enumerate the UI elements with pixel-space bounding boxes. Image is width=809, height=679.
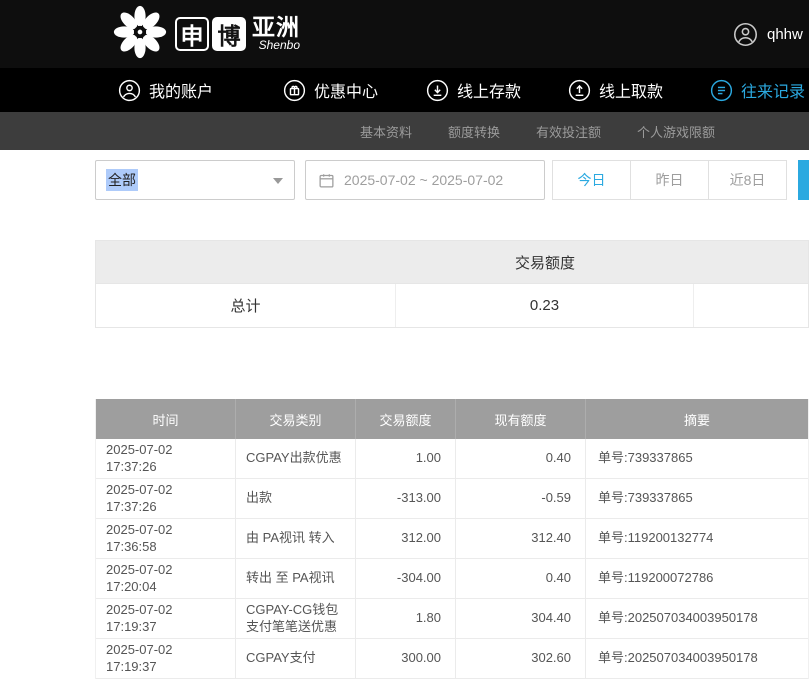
search-button[interactable] bbox=[798, 160, 809, 200]
brand-char-shen: 申 bbox=[175, 17, 209, 51]
cell-time: 2025-07-02 17:37:26 bbox=[96, 439, 236, 478]
last-8-days-button[interactable]: 近8日 bbox=[708, 160, 787, 200]
main-nav: 我的账户 优惠中心 线上存款 线上取款 往来记录 bbox=[0, 68, 809, 112]
cell-summary: 单号:202507034003950178 bbox=[586, 639, 808, 678]
brand-characters: 申 博 bbox=[175, 17, 246, 51]
nav-label: 线上取款 bbox=[599, 78, 663, 102]
column-header-summary: 摘要 bbox=[586, 399, 808, 439]
sub-nav: 基本资料 额度转换 有效投注额 个人游戏限额 bbox=[0, 112, 809, 150]
summary-total-label: 总计 bbox=[96, 284, 396, 327]
nav-item-withdraw[interactable]: 线上取款 bbox=[568, 68, 663, 112]
cell-amount: 1.00 bbox=[356, 439, 456, 478]
category-selected-value: 全部 bbox=[106, 169, 138, 191]
table-row: 2025-07-02 17:20:04 转出 至 PA视讯 -304.00 0.… bbox=[96, 559, 808, 599]
subnav-item-credit-transfer[interactable]: 额度转换 bbox=[448, 112, 500, 150]
brand-char-bo: 博 bbox=[212, 17, 246, 51]
records-icon bbox=[710, 79, 733, 102]
transaction-records-page: { "theme": { "accent": "#2ba9e0", "table… bbox=[0, 0, 809, 679]
cell-balance: 302.60 bbox=[456, 639, 586, 678]
nav-item-deposit[interactable]: 线上存款 bbox=[426, 68, 521, 112]
top-header: 申 博 亚洲 Shenbo qhhw bbox=[0, 0, 809, 68]
table-row: 2025-07-02 17:37:26 出款 -313.00 -0.59 单号:… bbox=[96, 479, 808, 519]
cell-summary: 单号:739337865 bbox=[586, 439, 808, 478]
cell-balance: -0.59 bbox=[456, 479, 586, 518]
promo-icon bbox=[283, 79, 306, 102]
nav-item-promotions[interactable]: 优惠中心 bbox=[283, 68, 378, 112]
nav-label: 线上存款 bbox=[457, 78, 521, 102]
cell-amount: -304.00 bbox=[356, 559, 456, 598]
flower-logo-icon bbox=[112, 4, 168, 65]
column-header-time: 时间 bbox=[96, 399, 236, 439]
cell-amount: 1.80 bbox=[356, 599, 456, 638]
cell-summary: 单号:202507034003950178 bbox=[586, 599, 808, 638]
column-header-amount: 交易额度 bbox=[356, 399, 456, 439]
cell-time: 2025-07-02 17:19:37 bbox=[96, 599, 236, 638]
table-row: 2025-07-02 17:36:58 由 PA视讯 转入 312.00 312… bbox=[96, 519, 808, 559]
account-icon bbox=[118, 79, 141, 102]
cell-type: CGPAY支付 bbox=[236, 639, 356, 678]
subnav-item-basic-info[interactable]: 基本资料 bbox=[360, 112, 412, 150]
withdraw-icon bbox=[568, 79, 591, 102]
nav-item-records[interactable]: 往来记录 bbox=[710, 68, 805, 112]
deposit-icon bbox=[426, 79, 449, 102]
summary-empty-cell bbox=[694, 284, 808, 327]
cell-time: 2025-07-02 17:19:37 bbox=[96, 639, 236, 678]
cell-type: CGPAY-CG钱包支付笔笔送优惠 bbox=[236, 599, 356, 638]
calendar-icon bbox=[318, 172, 335, 189]
nav-item-my-account[interactable]: 我的账户 bbox=[118, 68, 213, 112]
column-header-type: 交易类别 bbox=[236, 399, 356, 439]
cell-amount: -313.00 bbox=[356, 479, 456, 518]
summary-header-row: 交易额度 bbox=[96, 241, 808, 284]
user-avatar-icon bbox=[733, 22, 758, 47]
summary-total-value: 0.23 bbox=[396, 284, 694, 327]
cell-time: 2025-07-02 17:20:04 bbox=[96, 559, 236, 598]
username: qhhw bbox=[767, 26, 803, 43]
column-header-balance: 现有额度 bbox=[456, 399, 586, 439]
cell-summary: 单号:739337865 bbox=[586, 479, 808, 518]
cell-summary: 单号:119200132774 bbox=[586, 519, 808, 558]
subnav-item-valid-bets[interactable]: 有效投注额 bbox=[536, 112, 601, 150]
cell-balance: 312.40 bbox=[456, 519, 586, 558]
cell-summary: 单号:119200072786 bbox=[586, 559, 808, 598]
brand-sub-text: Shenbo bbox=[259, 39, 300, 52]
table-row: 2025-07-02 17:37:26 CGPAY出款优惠 1.00 0.40 … bbox=[96, 439, 808, 479]
brand-region-text: 亚洲 bbox=[252, 15, 300, 39]
content-area: 全部 2025-07-02 ~ 2025-07-02 今日 昨日 近8日 交易额… bbox=[0, 150, 809, 679]
user-account[interactable]: qhhw bbox=[733, 0, 803, 68]
brand-region: 亚洲 Shenbo bbox=[252, 15, 300, 52]
cell-balance: 0.40 bbox=[456, 439, 586, 478]
quick-range-buttons: 今日 昨日 近8日 bbox=[552, 160, 787, 200]
records-header-row: 时间 交易类别 交易额度 现有额度 摘要 bbox=[96, 399, 808, 439]
summary-table: 交易额度 总计 0.23 bbox=[95, 240, 809, 328]
table-row: 2025-07-02 17:19:37 CGPAY支付 300.00 302.6… bbox=[96, 639, 808, 679]
cell-balance: 304.40 bbox=[456, 599, 586, 638]
nav-label: 我的账户 bbox=[149, 78, 213, 102]
cell-time: 2025-07-02 17:36:58 bbox=[96, 519, 236, 558]
today-button[interactable]: 今日 bbox=[552, 160, 631, 200]
category-select[interactable]: 全部 bbox=[95, 160, 295, 200]
table-row: 2025-07-02 17:19:37 CGPAY-CG钱包支付笔笔送优惠 1.… bbox=[96, 599, 808, 639]
records-table: 时间 交易类别 交易额度 现有额度 摘要 2025-07-02 17:37:26… bbox=[95, 399, 809, 679]
cell-type: 由 PA视讯 转入 bbox=[236, 519, 356, 558]
nav-label: 往来记录 bbox=[741, 78, 805, 102]
cell-amount: 300.00 bbox=[356, 639, 456, 678]
date-range-value: 2025-07-02 ~ 2025-07-02 bbox=[344, 172, 503, 188]
yesterday-button[interactable]: 昨日 bbox=[630, 160, 709, 200]
chevron-down-icon bbox=[273, 178, 283, 184]
summary-total-row: 总计 0.23 bbox=[96, 284, 808, 327]
nav-label: 优惠中心 bbox=[314, 78, 378, 102]
brand-logo[interactable]: 申 博 亚洲 Shenbo bbox=[112, 4, 300, 64]
subnav-item-game-limits[interactable]: 个人游戏限额 bbox=[637, 112, 715, 150]
cell-type: CGPAY出款优惠 bbox=[236, 439, 356, 478]
cell-type: 出款 bbox=[236, 479, 356, 518]
cell-amount: 312.00 bbox=[356, 519, 456, 558]
cell-type: 转出 至 PA视讯 bbox=[236, 559, 356, 598]
cell-balance: 0.40 bbox=[456, 559, 586, 598]
date-range-input[interactable]: 2025-07-02 ~ 2025-07-02 bbox=[305, 160, 545, 200]
filter-bar: 全部 2025-07-02 ~ 2025-07-02 今日 昨日 近8日 bbox=[0, 160, 809, 200]
cell-time: 2025-07-02 17:37:26 bbox=[96, 479, 236, 518]
summary-header-label: 交易额度 bbox=[396, 241, 694, 283]
